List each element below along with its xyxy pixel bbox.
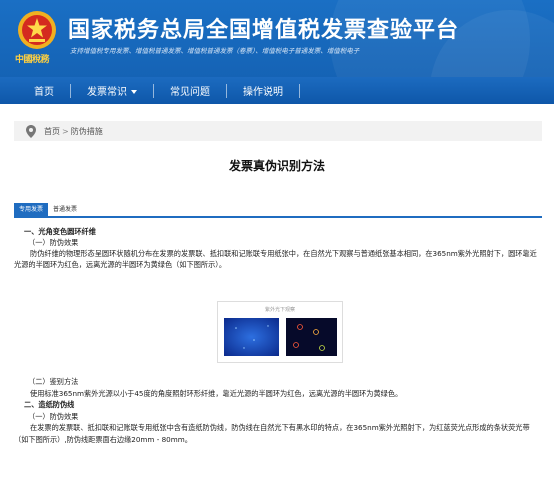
article-content: 一、光角变色圆环纤维 （一）防伪效果 防伪纤维的物理形态呈圆环状随机分布在发票的… [14,226,542,271]
nav-item-home[interactable]: 首页 [0,83,70,98]
subsection-heading: （二）鉴别方法 [28,377,79,386]
paragraph: 防伪纤维的物理形态呈圆环状随机分布在发票的发票联、抵扣联和记账联专用纸张中，在自… [14,249,537,270]
article-content-continued: （二）鉴别方法 使用标准365nm紫外光源以小于45度的角度照射环形纤维，靠近光… [14,376,542,445]
subsection-heading: （一）防伪效果 [28,411,79,421]
invoice-type-tabs: 专用发票 普通发票 [14,203,542,218]
subsection-heading: （一）防伪效果 [28,238,79,248]
uv-fiber-rings-image [286,318,337,356]
page-title: 发票真伪识别方法 [228,159,325,173]
nav-item-instructions[interactable]: 操作说明 [227,83,299,98]
nav-item-label: 发票常识 [87,87,127,98]
chevron-down-icon [131,90,137,94]
breadcrumb: 首页 > 防伪措施 [14,121,542,141]
emblem-label: 中國稅務 [15,55,50,65]
breadcrumb-current: 防伪措施 [70,126,103,136]
nav-divider [299,83,300,98]
uv-paper-image [224,318,279,356]
figure-caption: 紫外光下观察 [264,307,295,313]
tab-special-invoice[interactable]: 专用发票 [14,203,49,216]
section-heading: 一、光角变色圆环纤维 [24,227,96,236]
site-title: 国家税务总局全国增值税发票查验平台 [68,18,460,43]
tax-emblem-icon [18,11,56,49]
main-nav: 首页 发票常识 常见问题 操作说明 [0,77,554,104]
location-pin-icon [26,124,36,138]
breadcrumb-home[interactable]: 首页 [44,126,60,137]
site-header: 中國稅務 国家税务总局全国增值税发票查验平台 支持增值税专用发票、增值税普通发票… [0,0,554,77]
paragraph: 使用标准365nm紫外光源以小于45度的角度照射环形纤维，靠近光源的半圆环为红色… [30,388,403,398]
uv-fiber-figure: 紫外光下观察 [217,301,343,363]
tab-ordinary-invoice[interactable]: 普通发票 [48,203,82,216]
breadcrumb-separator: > [62,126,69,136]
section-heading: 二、造纸防伪线 [24,400,75,410]
nav-item-faq[interactable]: 常见问题 [154,83,226,98]
site-subtitle: 支持增值税专用发票、增值税普通发票、增值税普通发票（卷票）、增值税电子普通发票、… [70,47,360,55]
paragraph: 在发票的发票联、抵扣联和记账联专用纸张中含有造纸防伪线，防伪线在自然光下有黑水印… [14,423,530,444]
nav-item-invoice-knowledge[interactable]: 发票常识 [71,83,153,98]
